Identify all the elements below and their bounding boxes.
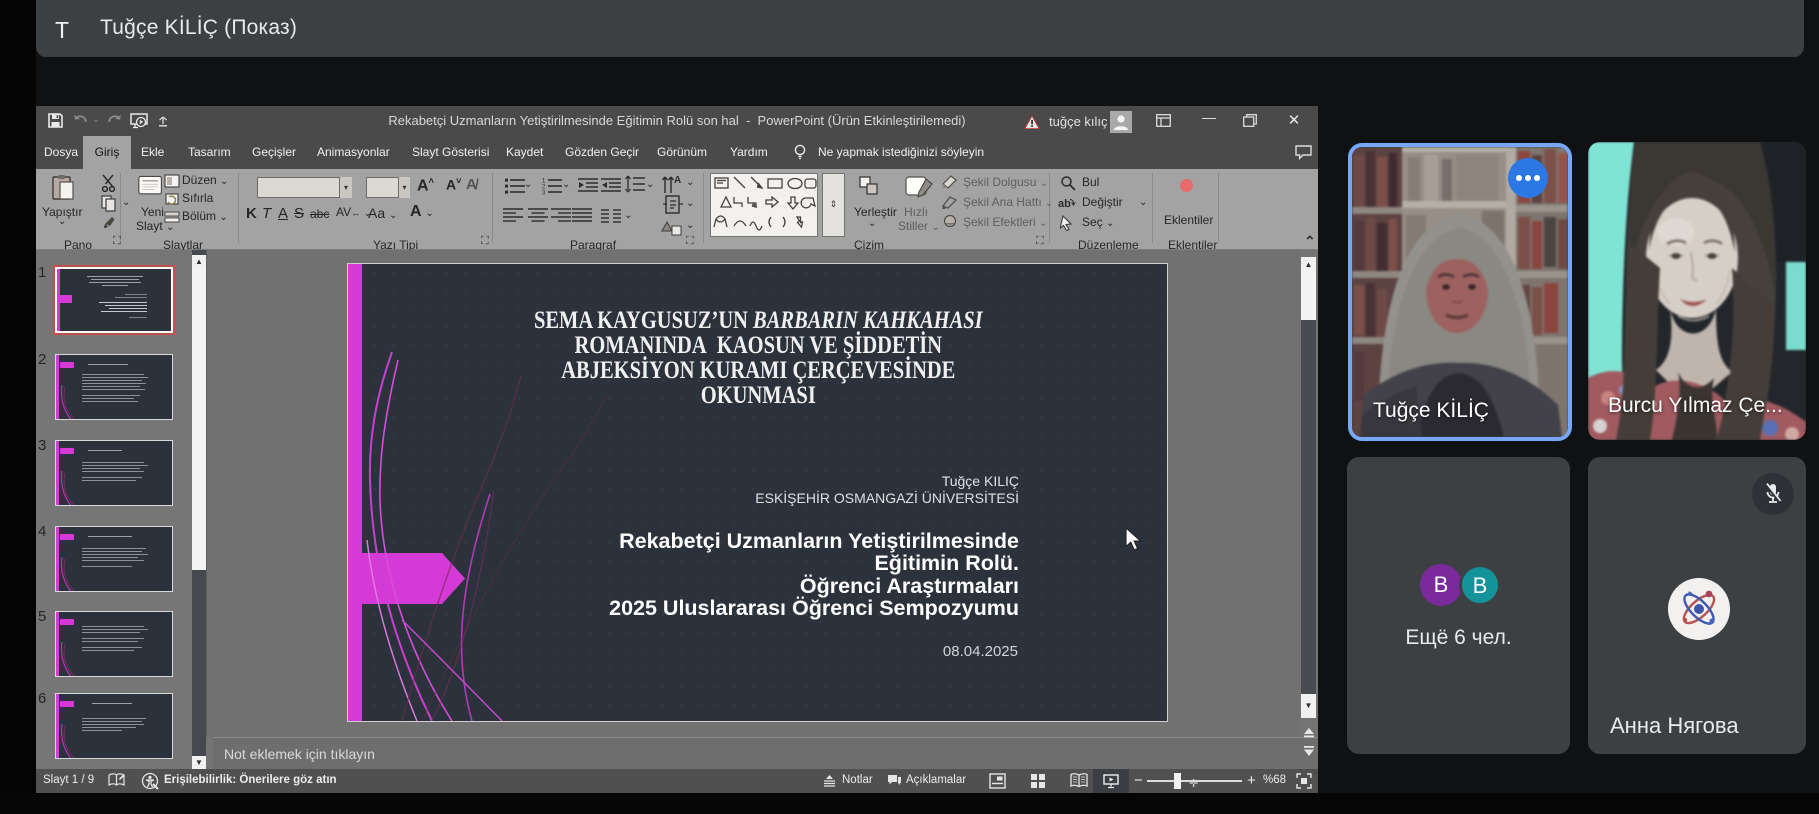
svg-text:A: A bbox=[674, 175, 681, 186]
svg-text:ab: ab bbox=[1058, 198, 1071, 210]
svg-text:3: 3 bbox=[542, 191, 546, 196]
